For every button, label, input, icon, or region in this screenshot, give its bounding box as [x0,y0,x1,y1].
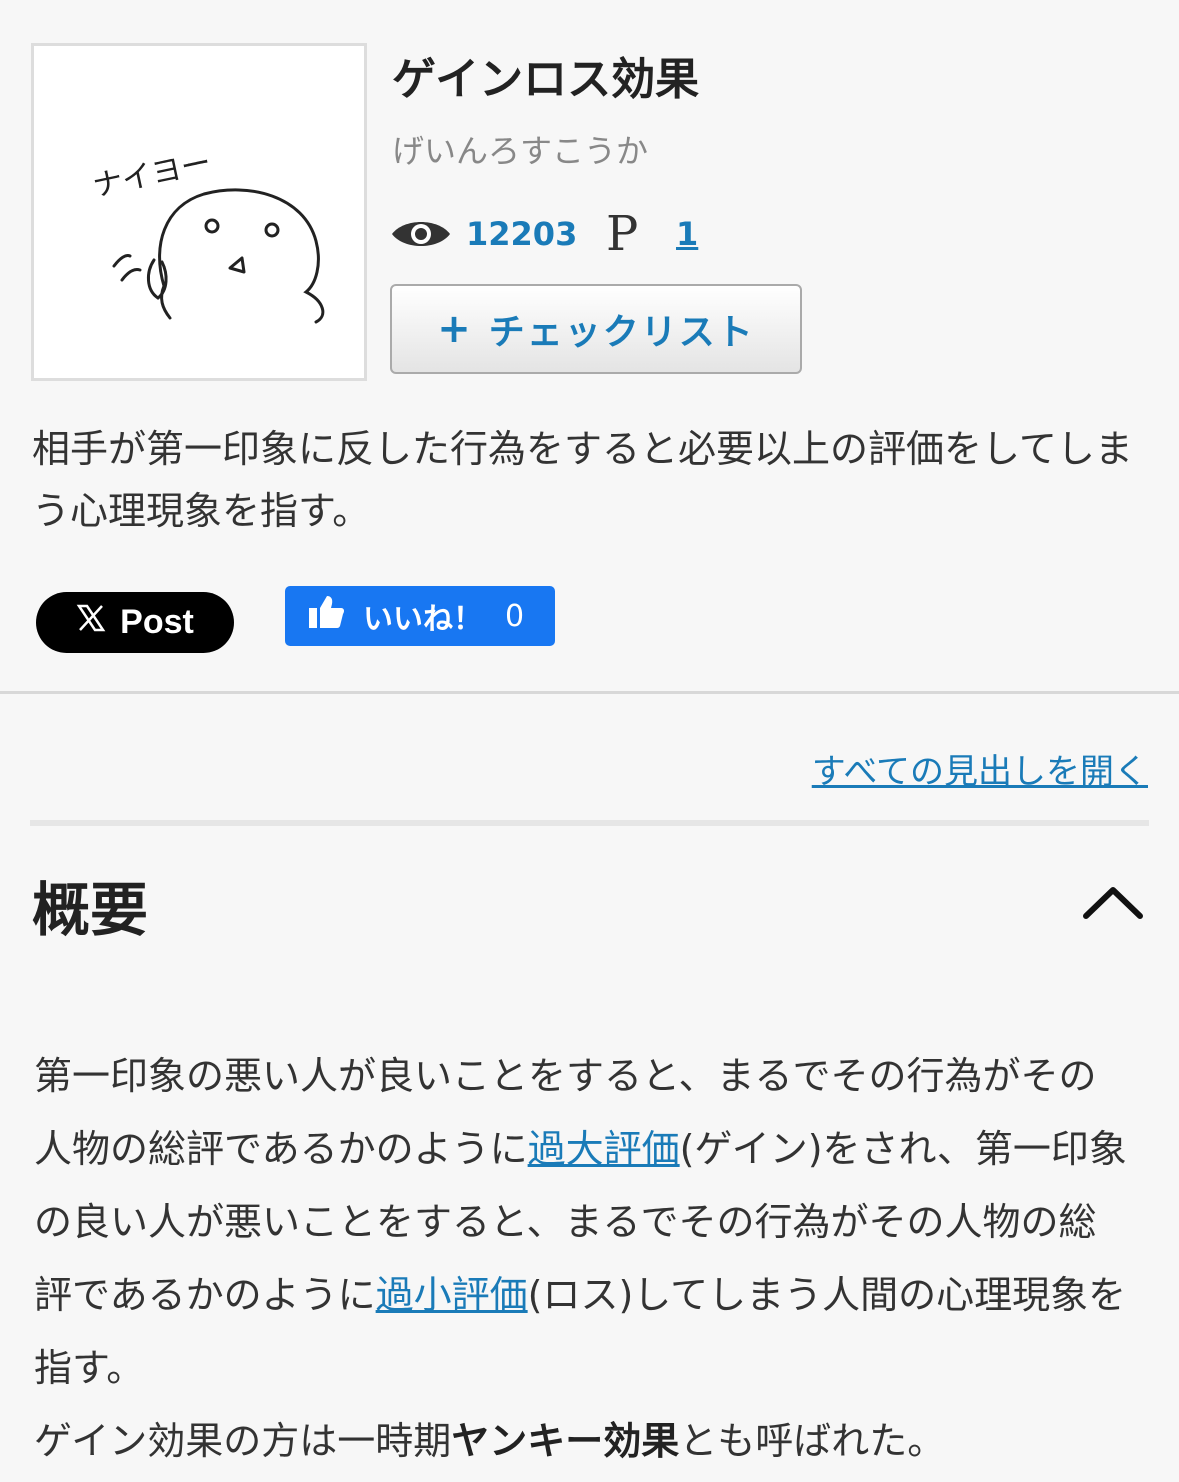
article-thumbnail: ナイヨー [31,43,367,381]
facebook-like-label: いいね！ [363,602,483,637]
chevron-up-icon[interactable] [1082,882,1144,926]
open-all-headings-link[interactable]: すべての見出しを開く [812,746,1148,798]
facebook-like-count: 0 [505,598,525,634]
heading-divider [30,820,1149,826]
underestimation-link[interactable]: 過小評価 [376,1273,528,1317]
x-post-label: Post [120,603,194,641]
overestimation-link[interactable]: 過大評価 [528,1127,680,1171]
section-divider [0,691,1179,694]
section-heading-overview[interactable]: 概要 [32,872,148,948]
view-count: 12203 [466,215,578,253]
x-logo-icon [76,603,106,642]
thumbnail-illustration: ナイヨー [90,145,325,324]
plus-icon: + [437,306,473,352]
bold-term: ヤンキー効果 [451,1419,680,1463]
add-checklist-button[interactable]: + チェックリスト [390,284,802,374]
paragraph-text: ゲイン効果の方は一時期 [34,1419,452,1463]
facebook-like-button[interactable]: いいね！ 0 [285,586,555,646]
thumbs-up-icon [307,594,345,638]
article-reading: げいんろすこうか [392,132,649,170]
pico-p-icon: P [606,206,639,262]
paragraph-text: とも呼ばれた。 [679,1419,946,1463]
checklist-label: チェックリスト [488,312,755,353]
x-post-button[interactable]: Post [36,592,234,653]
eye-icon [390,216,452,256]
pico-count-link[interactable]: 1 [676,208,698,260]
article-summary: 相手が第一印象に反した行為をすると必要以上の評価をしてしまう心理現象を指す。 [32,427,1133,533]
article-title: ゲインロス効果 [392,54,700,105]
overview-paragraph: 第一印象の悪い人が良いことをすると、まるでその行為がその人物の総評であるかのよう… [34,1040,1134,1478]
